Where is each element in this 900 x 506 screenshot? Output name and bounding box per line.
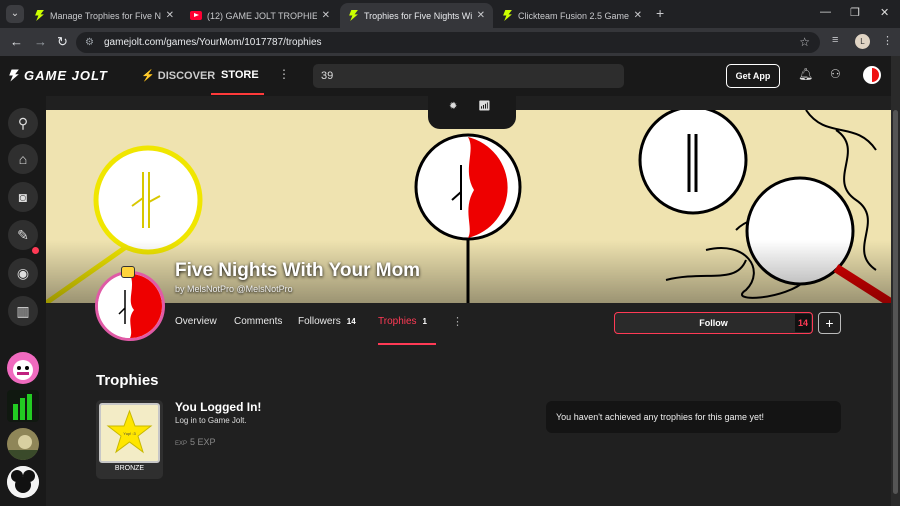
reload-icon[interactable]: ↻ [57, 34, 68, 50]
banner-artwork [46, 110, 891, 303]
url-text: gamejolt.com/games/YourMom/1017787/troph… [104, 37, 322, 48]
quests-icon[interactable]: ✎ [8, 220, 38, 250]
discover-icon: ⚡ [141, 70, 155, 82]
close-tab-icon[interactable]: ✕ [322, 10, 330, 21]
nav-discover[interactable]: ⚡ DISCOVER [141, 69, 215, 82]
tab-title: Trophies for Five Nights With Yo [364, 10, 472, 21]
search-input[interactable]: 39 [313, 64, 624, 88]
game-thumb [13, 394, 32, 420]
friends-icon[interactable]: ⚇ [830, 67, 841, 81]
browser-toolbar: ← → ↻ ⚙ gamejolt.com/games/YourMom/10177… [0, 28, 900, 56]
tab-trophies-label: Trophies [378, 316, 417, 327]
trophy-exp-value: 5 EXP [190, 437, 216, 447]
tab-followers[interactable]: Followers 14 [298, 316, 356, 327]
game-header-banner [46, 110, 891, 303]
more-menu-icon[interactable]: ⋮ [278, 67, 290, 81]
tabs-more-icon[interactable]: ⋮ [452, 315, 463, 328]
trophy-tier: BRONZE [114, 465, 145, 472]
site-info-icon[interactable]: ⚙ [85, 32, 94, 53]
media-controls-icon[interactable]: ≡ [832, 34, 838, 46]
nav-discover-label: DISCOVER [157, 70, 216, 82]
address-bar[interactable]: ⚙ gamejolt.com/games/YourMom/1017787/tro… [76, 32, 820, 53]
browser-tab-manage-trophies[interactable]: Manage Trophies for Five Nights ✕ [26, 3, 182, 28]
trophy-description: Log in to Game Jolt. [175, 416, 247, 425]
no-trophies-notice: You haven't achieved any trophies for th… [546, 401, 841, 433]
tab-search-dropdown-icon[interactable]: ⌄ [6, 5, 24, 23]
close-tab-icon[interactable]: ✕ [477, 10, 485, 21]
banner-toolbar [428, 96, 516, 129]
gamejolt-icon [349, 10, 358, 21]
logo-text: GAME JOLT [24, 68, 108, 83]
game-avatar-art [98, 274, 162, 338]
trophy-art-text: Yup! :3 [123, 431, 136, 436]
notifications-bell-icon[interactable]: 🔔︎ [798, 67, 813, 81]
game-byline[interactable]: by MelsNotPro @MelsNotPro [175, 284, 293, 294]
gamejolt-icon [35, 10, 44, 21]
forward-icon[interactable]: → [34, 34, 47, 49]
browser-tab-youtube[interactable]: (12) GAME JOLT TROPHIES | Cli ✕ [182, 3, 338, 28]
exp-icon: EXP [175, 441, 188, 447]
gamejolt-icon [9, 69, 19, 82]
sidebar-game-green[interactable] [7, 390, 39, 422]
tab-followers-label: Followers [298, 316, 341, 327]
new-tab-icon[interactable]: + [656, 5, 664, 21]
activity-feed-icon[interactable]: ⚲ [8, 108, 38, 138]
game-thumb [7, 428, 39, 460]
user-avatar[interactable] [863, 66, 881, 84]
sidebar-game-photo[interactable] [7, 428, 39, 460]
tab-active-indicator [378, 343, 436, 345]
quests-notification-dot [32, 247, 39, 254]
browser-tab-trophies[interactable]: Trophies for Five Nights With Yo ✕ [340, 3, 493, 28]
bookmark-star-icon[interactable]: ☆ [799, 32, 810, 53]
tab-title: (12) GAME JOLT TROPHIES | Cli [207, 10, 317, 21]
close-tab-icon[interactable]: ✕ [634, 10, 642, 21]
analytics-icon[interactable]: 📶︎ [478, 101, 491, 112]
game-thumb [13, 360, 33, 380]
library-icon[interactable]: ▥ [8, 296, 38, 326]
follow-button[interactable]: Follow [614, 312, 813, 334]
close-tab-icon[interactable]: ✕ [166, 10, 174, 21]
nav-active-indicator [211, 93, 264, 95]
sidebar-game-mouse[interactable] [7, 466, 39, 498]
minimize-icon[interactable]: — [820, 6, 831, 18]
trophy-thumbnail[interactable]: Yup! :3 [99, 403, 160, 463]
restore-icon[interactable]: ❐ [850, 6, 860, 19]
add-to-playlist-button[interactable]: + [818, 312, 841, 334]
nav-store[interactable]: STORE [221, 69, 259, 81]
tab-comments[interactable]: Comments [234, 316, 282, 327]
backpack-icon[interactable]: ◙ [8, 182, 38, 212]
sidebar-game-pink[interactable] [7, 352, 39, 384]
followers-count: 14 [346, 317, 356, 326]
game-avatar[interactable] [95, 271, 165, 341]
game-thumb [7, 466, 39, 498]
settings-icon[interactable]: ✹ [449, 101, 457, 112]
gamejolt-icon [503, 10, 512, 21]
profile-avatar[interactable]: L [855, 34, 870, 49]
chat-icon[interactable]: ◉ [8, 258, 38, 288]
youtube-icon [190, 11, 202, 20]
tab-trophies[interactable]: Trophies 1 [378, 316, 427, 327]
store-icon[interactable]: ⌂ [8, 144, 38, 174]
trophies-count: 1 [422, 317, 427, 326]
close-window-icon[interactable]: ✕ [880, 6, 889, 19]
trophies-heading: Trophies [96, 372, 159, 389]
tab-overview[interactable]: Overview [175, 316, 217, 327]
follow-count-badge: 14 [795, 314, 811, 332]
browser-tab-clickteam[interactable]: Clickteam Fusion 2.5 GameJolt A ✕ [494, 3, 650, 28]
tab-title: Clickteam Fusion 2.5 GameJolt A [518, 10, 629, 21]
trophy-title: You Logged In! [175, 400, 262, 414]
tab-title: Manage Trophies for Five Nights [50, 10, 161, 21]
game-title: Five Nights With Your Mom [175, 260, 421, 281]
browser-menu-icon[interactable]: ⋮ [882, 34, 893, 47]
scrollbar-thumb[interactable] [893, 110, 898, 494]
browser-tabstrip: ⌄ Manage Trophies for Five Nights ✕ (12)… [0, 0, 900, 28]
trophy-exp: EXP 5 EXP [175, 437, 216, 447]
gamejolt-logo[interactable]: GAME JOLT [8, 68, 108, 83]
avatar-badge-icon [121, 266, 135, 278]
get-app-button[interactable]: Get App [726, 64, 780, 88]
star-icon: Yup! :3 [106, 409, 153, 454]
back-icon[interactable]: ← [10, 34, 23, 49]
